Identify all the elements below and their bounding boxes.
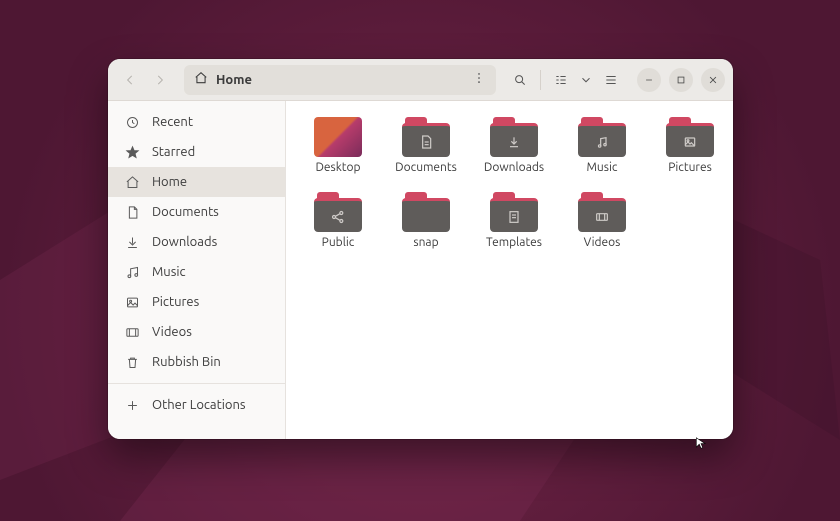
separator: [540, 70, 541, 90]
file-label: Pictures: [668, 161, 712, 174]
view-icons-button[interactable]: [547, 66, 575, 94]
sidebar-separator: [108, 383, 285, 384]
sidebar-item-label: Pictures: [152, 295, 199, 309]
file-label: Public: [322, 236, 355, 249]
file-label: Music: [587, 161, 618, 174]
sidebar-item-music[interactable]: Music: [108, 257, 285, 287]
desktop-icon: [314, 117, 362, 157]
file-item-downloads[interactable]: Downloads: [474, 117, 554, 174]
sidebar-item-label: Videos: [152, 325, 192, 339]
folder-icon: [578, 192, 626, 232]
download-icon: [124, 235, 140, 250]
close-button[interactable]: [701, 68, 725, 92]
sidebar-item-home[interactable]: Home: [108, 167, 285, 197]
sidebar-item-label: Downloads: [152, 235, 217, 249]
sidebar-item-label: Home: [152, 175, 187, 189]
file-label: Desktop: [315, 161, 360, 174]
hamburger-menu-button[interactable]: [597, 66, 625, 94]
sidebar-item-recent[interactable]: Recent: [108, 107, 285, 137]
file-item-music[interactable]: Music: [562, 117, 642, 174]
picture-icon: [124, 295, 140, 310]
folder-icon: [490, 117, 538, 157]
content-area: Desktop Documents Downloads Music Pictures Pu…: [286, 101, 733, 439]
file-label: snap: [413, 236, 438, 249]
back-button[interactable]: [116, 66, 144, 94]
file-item-documents[interactable]: Documents: [386, 117, 466, 174]
sidebar-item-starred[interactable]: Starred: [108, 137, 285, 167]
sidebar: Recent Starred Home Documents Downloads Music…: [108, 101, 286, 439]
home-icon: [194, 71, 208, 88]
file-item-snap[interactable]: snap: [386, 192, 466, 249]
sidebar-item-videos[interactable]: Videos: [108, 317, 285, 347]
file-label: Videos: [584, 236, 621, 249]
sidebar-item-rubbish-bin[interactable]: Rubbish Bin: [108, 347, 285, 377]
folder-icon: [402, 192, 450, 232]
search-button[interactable]: [506, 66, 534, 94]
sidebar-item-documents[interactable]: Documents: [108, 197, 285, 227]
file-label: Templates: [486, 236, 542, 249]
file-manager-window: Home: [108, 59, 733, 439]
home-icon: [124, 175, 140, 190]
clock-icon: [124, 115, 140, 130]
view-dropdown-button[interactable]: [577, 66, 595, 94]
sidebar-item-label: Other Locations: [152, 398, 246, 412]
music-icon: [124, 265, 140, 280]
sidebar-item-other-locations[interactable]: Other Locations: [108, 390, 285, 420]
file-item-templates[interactable]: Templates: [474, 192, 554, 249]
folder-icon: [666, 117, 714, 157]
minimize-button[interactable]: [637, 68, 661, 92]
sidebar-item-label: Starred: [152, 145, 195, 159]
path-menu-button[interactable]: [472, 71, 486, 88]
forward-button[interactable]: [146, 66, 174, 94]
star-icon: [124, 145, 140, 160]
folder-icon: [490, 192, 538, 232]
plus-icon: [124, 398, 140, 413]
file-item-videos[interactable]: Videos: [562, 192, 642, 249]
file-label: Documents: [395, 161, 457, 174]
document-icon: [124, 205, 140, 220]
file-item-pictures[interactable]: Pictures: [650, 117, 730, 174]
video-icon: [124, 325, 140, 340]
path-bar[interactable]: Home: [184, 65, 496, 95]
sidebar-item-downloads[interactable]: Downloads: [108, 227, 285, 257]
path-label: Home: [216, 73, 252, 87]
sidebar-item-label: Recent: [152, 115, 193, 129]
trash-icon: [124, 355, 140, 370]
folder-icon: [578, 117, 626, 157]
sidebar-item-pictures[interactable]: Pictures: [108, 287, 285, 317]
maximize-button[interactable]: [669, 68, 693, 92]
sidebar-item-label: Documents: [152, 205, 219, 219]
file-item-desktop[interactable]: Desktop: [298, 117, 378, 174]
file-label: Downloads: [484, 161, 544, 174]
file-item-public[interactable]: Public: [298, 192, 378, 249]
folder-icon: [314, 192, 362, 232]
titlebar: Home: [108, 59, 733, 101]
sidebar-item-label: Music: [152, 265, 186, 279]
folder-icon: [402, 117, 450, 157]
cursor-icon: [694, 436, 708, 454]
sidebar-item-label: Rubbish Bin: [152, 355, 221, 369]
icon-grid: Desktop Documents Downloads Music Pictures Pu…: [298, 117, 721, 249]
